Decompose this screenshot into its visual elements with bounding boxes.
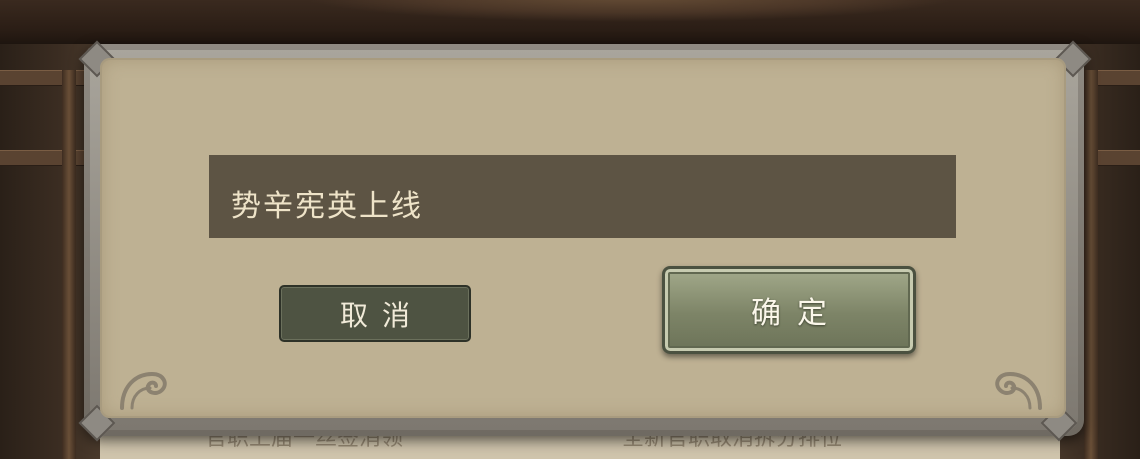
background-pillar-left bbox=[62, 70, 76, 459]
swirl-ornament-right-icon bbox=[990, 368, 1044, 410]
confirm-button[interactable]: 确定 bbox=[662, 266, 916, 354]
message-box: 势辛宪英上线 bbox=[209, 155, 956, 238]
cancel-button[interactable]: 取消 bbox=[279, 285, 471, 342]
background-pillar-right bbox=[1084, 70, 1098, 459]
swirl-ornament-left-icon bbox=[118, 368, 172, 410]
dialog-panel bbox=[100, 58, 1066, 418]
confirm-button-label: 确定 bbox=[751, 296, 843, 331]
dialog-message: 势辛宪英上线 bbox=[231, 189, 423, 224]
cancel-button-label: 取消 bbox=[339, 298, 424, 332]
